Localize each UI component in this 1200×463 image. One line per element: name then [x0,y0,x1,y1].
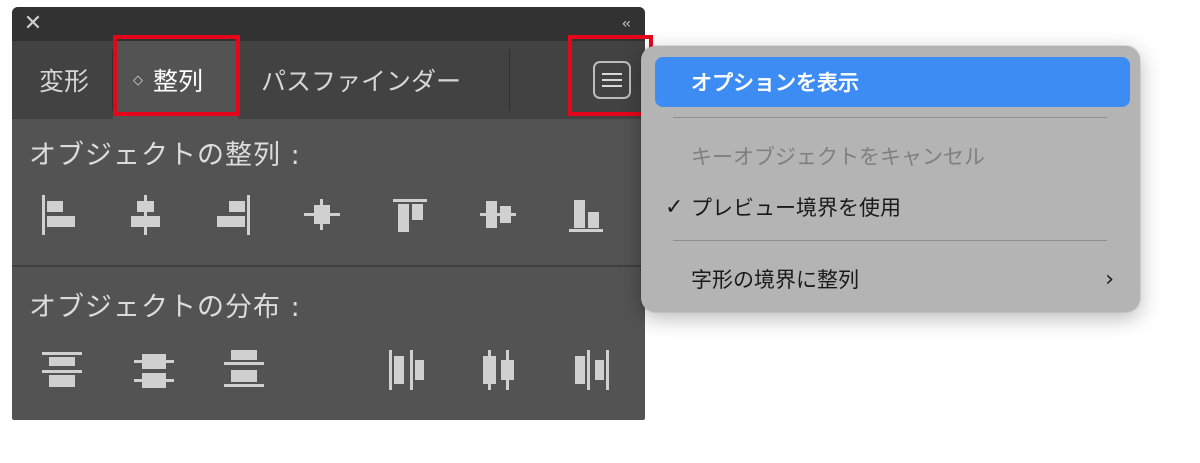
panel-flyout-menu: オプションを表示 キーオブジェクトをキャンセル ✓ プレビュー境界を使用 字形の… [641,46,1140,312]
align-objects-label: オブジェクトの整列 : [29,140,301,171]
menu-item-label: オプションを表示 [691,71,859,95]
align-panel: ✕ ‹‹ 変形 ◇ 整列 パスファインダー オブジェクトの整列: オブジェクト… [12,7,645,420]
tab-pathfinder[interactable]: パスファインダー [239,41,509,119]
menu-item-label: プレビュー境界を使用 [691,196,901,220]
collapse-icon[interactable]: ‹‹ [622,13,631,35]
menu-separator [673,240,1107,241]
align-vertical-centers-icon[interactable] [296,187,348,243]
distribute-top-icon[interactable] [36,342,88,398]
menu-item-label: 字形の境界に整列 [691,268,859,292]
distribute-vertical-centers-icon[interactable] [128,342,180,398]
tab-label: パスファインダー [261,67,462,96]
tab-transform[interactable]: 変形 [26,41,112,119]
chevron-right-icon: › [1105,266,1114,292]
section-divider [12,265,645,267]
menu-separator [673,117,1107,118]
panel-titlebar: ✕ ‹‹ [12,7,645,41]
distribute-horizontal-centers-icon[interactable] [472,342,524,398]
tab-divider [509,49,510,111]
align-top-edges-icon[interactable] [384,187,436,243]
align-objects-row [12,187,645,243]
distribute-bottom-icon[interactable] [218,342,270,398]
close-icon[interactable]: ✕ [20,11,46,37]
align-left-edges-icon[interactable] [32,187,84,243]
align-middle-icon[interactable] [472,187,524,243]
distribute-objects-row [12,342,645,398]
distribute-right-icon[interactable] [564,342,616,398]
menu-item-align-to-glyph-bounds[interactable]: 字形の境界に整列 › [655,254,1130,304]
checkmark-icon: ✓ [665,194,684,220]
panel-tab-bar: 変形 ◇ 整列 パスファインダー [12,41,645,119]
screen: ✕ ‹‹ 変形 ◇ 整列 パスファインダー オブジェクトの整列: オブジェクト… [0,0,1200,463]
menu-item-use-preview-bounds[interactable]: ✓ プレビュー境界を使用 [655,182,1130,232]
tab-label: 変形 [39,67,90,96]
menu-item-label: キーオブジェクトをキャンセル [691,145,985,169]
distribute-left-icon[interactable] [382,342,434,398]
align-tab-highlight [113,35,240,116]
distribute-objects-label: オブジェクトの分布 : [29,292,301,323]
align-horizontal-centers-icon[interactable] [120,187,172,243]
align-right-edges-icon[interactable] [208,187,260,243]
menu-item-show-options[interactable]: オプションを表示 [655,57,1130,107]
menu-item-cancel-key-object: キーオブジェクトをキャンセル [655,131,1130,181]
align-bottom-edges-icon[interactable] [560,187,612,243]
